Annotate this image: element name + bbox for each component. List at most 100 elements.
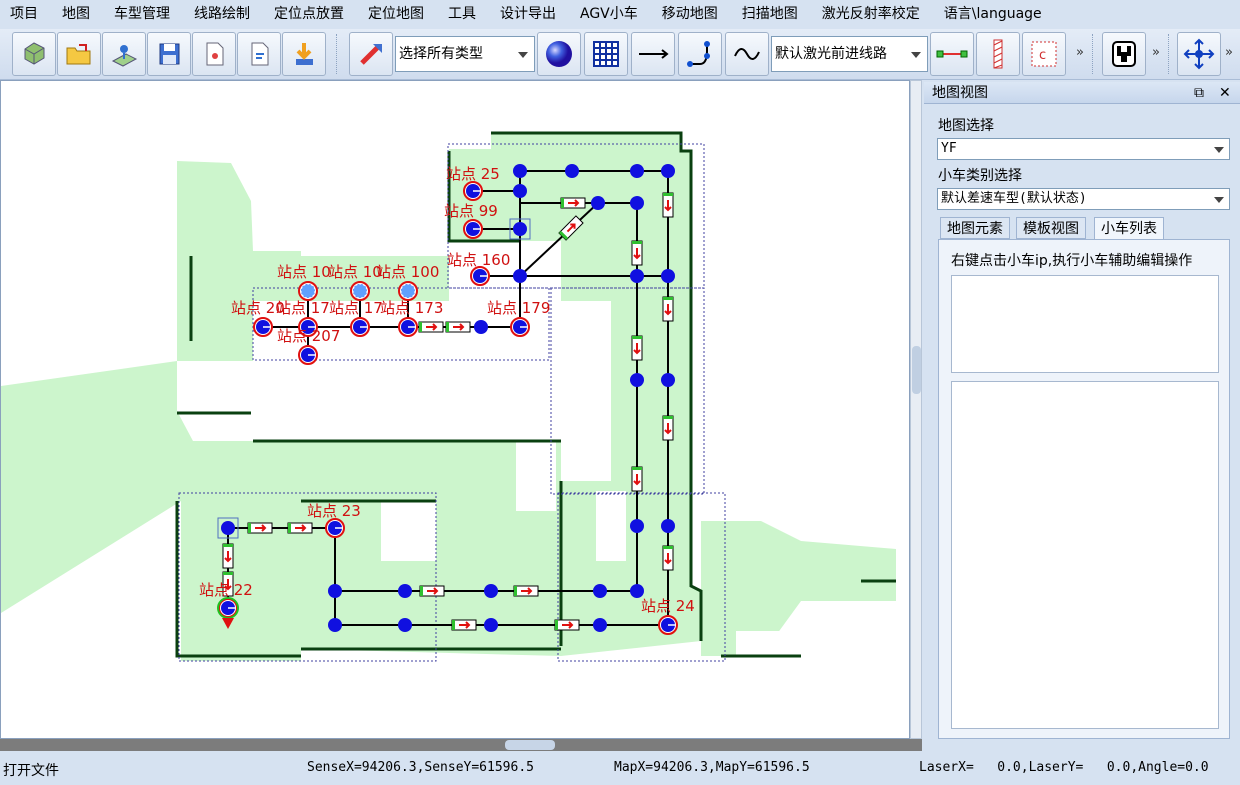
map-select[interactable]: YF (937, 138, 1230, 160)
direction-marker (662, 545, 674, 571)
grid-icon[interactable] (584, 32, 628, 76)
hatched-wall-icon[interactable] (976, 32, 1020, 76)
menu-item-4[interactable]: 定位点放置 (262, 0, 356, 29)
menu-item-9[interactable]: 移动地图 (650, 0, 730, 29)
open-folder-icon[interactable] (57, 32, 101, 76)
car-detail-list[interactable] (951, 381, 1219, 729)
toolbar-overflow-1[interactable]: » (1076, 45, 1084, 60)
path-node (474, 320, 488, 334)
laser-coordinates: LaserX= 0.0,LaserY= 0.0,Angle=0.0 (919, 760, 1209, 775)
close-icon[interactable]: ✕ (1219, 82, 1231, 104)
station-node (325, 518, 345, 538)
path-node (591, 196, 605, 210)
menu-item-0[interactable]: 项目 (0, 0, 50, 29)
menu-item-5[interactable]: 定位地图 (356, 0, 436, 29)
panel-title-bar: 地图视图 ⧉ ✕ (924, 82, 1240, 104)
station-node (350, 281, 370, 301)
direction-marker (451, 619, 477, 631)
path-node (513, 164, 527, 178)
download-icon[interactable] (282, 32, 326, 76)
select-arrow-icon[interactable] (349, 32, 393, 76)
station-label: 站点 17 (329, 299, 383, 317)
charge-area-icon[interactable]: c (1022, 32, 1066, 76)
station-node (463, 181, 483, 201)
car-type-select-value: 默认差速车型(默认状态) (941, 191, 1087, 206)
map-import-icon[interactable] (102, 32, 146, 76)
agv-robot-icon[interactable] (1102, 32, 1146, 76)
car-ip-list[interactable] (951, 275, 1219, 373)
path-node (398, 618, 412, 632)
tab-template-view[interactable]: 模板视图 (1016, 217, 1086, 239)
path-node (630, 269, 644, 283)
toolbar-overflow-2[interactable]: » (1152, 45, 1160, 60)
chevron-down-icon (1214, 147, 1224, 153)
menu-item-11[interactable]: 激光反射率校定 (810, 0, 932, 29)
path-node (661, 164, 675, 178)
horizontal-scroll-thumb[interactable] (505, 740, 555, 750)
menu-item-1[interactable]: 地图 (50, 0, 102, 29)
new-project-icon[interactable] (12, 32, 56, 76)
vertical-scrollbar[interactable] (910, 80, 922, 739)
menu-item-10[interactable]: 扫描地图 (730, 0, 810, 29)
map-view-panel: 地图视图 ⧉ ✕ 地图选择 YF 小车类别选择 默认差速车型(默认状态) 地图元… (924, 80, 1240, 751)
menu-item-8[interactable]: AGV小车 (568, 0, 650, 29)
tab-map-elements[interactable]: 地图元素 (940, 217, 1010, 239)
station-label: 站点 24 (641, 597, 695, 615)
path-node (484, 584, 498, 598)
toolbar: 选择所有类型 默认激光前进线路 c » » » (0, 29, 1240, 80)
menu-item-3[interactable]: 线路绘制 (182, 0, 262, 29)
map-select-value: YF (941, 141, 957, 156)
menu-item-2[interactable]: 车型管理 (102, 0, 182, 29)
direction-marker (560, 197, 586, 209)
station-label: 站点 10 (277, 263, 331, 281)
vertical-scroll-thumb[interactable] (912, 346, 921, 394)
chevron-down-icon (518, 52, 528, 58)
car-list-hint: 右键点击小车ip,执行小车辅助编辑操作 (951, 253, 1193, 269)
curve-line-icon[interactable] (725, 32, 769, 76)
menu-item-12[interactable]: 语言\language (932, 0, 1054, 29)
svg-text:c: c (1039, 48, 1046, 63)
station-node (398, 317, 418, 337)
station-label: 站点 22 (199, 581, 253, 599)
direction-marker (418, 321, 444, 333)
station-label: 站点 173 (380, 299, 443, 317)
export-doc-icon[interactable] (237, 32, 281, 76)
sphere-icon[interactable] (537, 32, 581, 76)
segment-icon[interactable] (930, 32, 974, 76)
map-drawing[interactable]: 站点 25站点 99站点 160站点 10站点 10站点 100站点 20站点 … (1, 81, 910, 739)
document-icon[interactable] (192, 32, 236, 76)
line-type-select[interactable]: 默认激光前进线路 (771, 36, 928, 72)
panel-title: 地图视图 (932, 85, 988, 101)
menu-item-6[interactable]: 工具 (436, 0, 488, 29)
restore-icon[interactable]: ⧉ (1194, 82, 1204, 104)
move-arrows-icon[interactable] (1177, 32, 1221, 76)
path-node (565, 164, 579, 178)
direction-marker (662, 415, 674, 441)
station-label: 站点 23 (307, 502, 361, 520)
toolbar-separator (1168, 34, 1172, 74)
toolbar-overflow-3[interactable]: » (1225, 45, 1233, 60)
car-type-select[interactable]: 默认差速车型(默认状态) (937, 188, 1230, 210)
map-select-label: 地图选择 (938, 118, 994, 134)
path-node (593, 584, 607, 598)
direction-marker (662, 296, 674, 322)
straight-line-icon[interactable] (631, 32, 675, 76)
type-select-value: 选择所有类型 (399, 46, 483, 62)
station-label: 站点 207 (277, 327, 340, 345)
car-list-tab-body: 右键点击小车ip,执行小车辅助编辑操作 (938, 239, 1230, 739)
path-node (661, 519, 675, 533)
path-node (593, 618, 607, 632)
bezier-line-icon[interactable] (678, 32, 722, 76)
menu-item-7[interactable]: 设计导出 (488, 0, 568, 29)
map-canvas[interactable]: 站点 25 站点 99 站点 160 站点 10 站点 10 站点 100 站点 20 站点 … (0, 80, 910, 739)
toolbar-separator (336, 34, 340, 74)
save-icon[interactable] (147, 32, 191, 76)
car-type-label: 小车类别选择 (938, 168, 1022, 184)
direction-marker (631, 466, 643, 492)
type-select[interactable]: 选择所有类型 (395, 36, 535, 72)
tab-car-list[interactable]: 小车列表 (1094, 217, 1164, 239)
horizontal-scrollbar[interactable] (0, 739, 922, 751)
direction-marker (662, 192, 674, 218)
station-node (463, 219, 483, 239)
station-label: 站点 179 (487, 299, 550, 317)
